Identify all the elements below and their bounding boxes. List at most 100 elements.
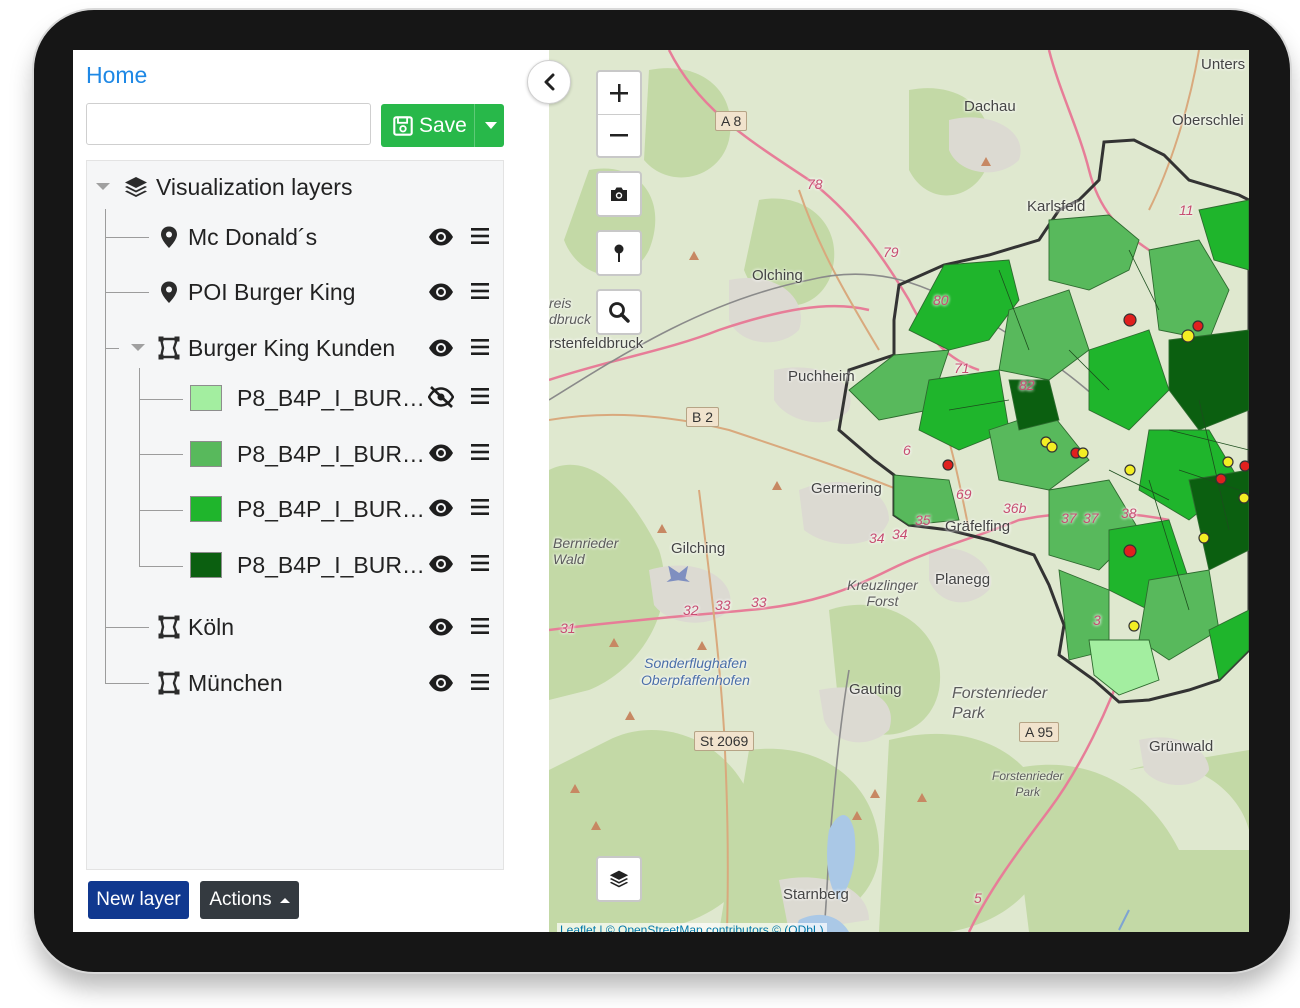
zoom-in-button[interactable] — [598, 72, 640, 115]
collapse-panel-button[interactable] — [527, 60, 571, 104]
layer-item-mcdonalds[interactable]: Mc Donald´s — [87, 217, 505, 257]
road-number: 37 — [1061, 510, 1077, 526]
map-name-input[interactable] — [86, 103, 371, 145]
layer-menu-icon[interactable] — [470, 442, 490, 462]
plus-icon — [610, 83, 628, 102]
zoom-control — [596, 70, 642, 158]
road-number: 31 — [560, 620, 576, 636]
layer-menu-icon[interactable] — [470, 616, 490, 636]
layers-icon — [609, 870, 629, 888]
layer-label: München — [188, 670, 283, 696]
layer-switcher-button[interactable] — [596, 856, 642, 902]
layer-label: P8_B4P_I_BUR… — [237, 496, 425, 522]
layer-label: Köln — [188, 614, 235, 640]
collapse-caret-icon[interactable] — [96, 183, 110, 190]
sublayer-item[interactable]: P8_B4P_I_BUR… — [87, 492, 505, 532]
map-label-planegg: Planegg — [935, 571, 991, 588]
map-label-grafelfing: Gräfelfing — [945, 518, 1011, 535]
map-label-airport: Sonderflughafen Oberpfaffenhofen — [641, 655, 750, 688]
map-label-oberschlei: Oberschlei — [1172, 112, 1244, 129]
save-dropdown-caret-icon[interactable] — [485, 122, 497, 129]
eye-icon[interactable] — [428, 281, 454, 303]
map-attribution[interactable]: Leaflet | © OpenStreetMap contributors ©… — [557, 923, 827, 932]
eye-icon[interactable] — [428, 442, 454, 464]
eye-icon[interactable] — [428, 337, 454, 359]
layer-tree: Visualization layers Mc Donald´s POI Bur… — [86, 160, 504, 870]
eye-icon[interactable] — [428, 553, 454, 575]
eye-slash-icon[interactable] — [428, 386, 454, 408]
eye-icon[interactable] — [428, 226, 454, 248]
layer-menu-icon[interactable] — [470, 281, 490, 301]
map-label-dachau: Dachau — [964, 98, 1016, 115]
map-label-starnberg: Starnberg — [783, 886, 849, 903]
zoom-out-button[interactable] — [598, 115, 640, 157]
pin-icon — [614, 244, 624, 262]
camera-icon — [611, 187, 627, 201]
map-label-dbruck: dbruck — [549, 311, 592, 327]
eye-icon[interactable] — [428, 497, 454, 519]
eye-icon[interactable] — [428, 616, 454, 638]
layer-menu-icon[interactable] — [470, 497, 490, 517]
layer-label: P8_B4P_I_BUR… — [237, 441, 425, 467]
road-number: 80 — [933, 292, 949, 308]
sublayer-item[interactable]: P8_B4P_I_BUR… — [87, 548, 505, 588]
map-label-karlsfeld: Karlsfeld — [1027, 198, 1086, 215]
map-label-gauting: Gauting — [849, 681, 902, 698]
road-number: 11 — [1179, 202, 1194, 218]
map-view[interactable]: Dachau Karlsfeld Olching Puchheim Germer… — [549, 50, 1249, 932]
road-number: 34 — [869, 530, 885, 546]
sublayer-item[interactable]: P8_B4P_I_BUR… — [87, 437, 505, 477]
map-label-bernrieder-wald: Bernrieder Wald — [553, 535, 619, 567]
road-number: 3 — [1093, 612, 1101, 628]
layer-menu-icon[interactable] — [470, 553, 490, 573]
collapse-caret-icon[interactable] — [131, 344, 145, 351]
road-number: 5 — [974, 890, 982, 906]
polygon-icon — [158, 615, 180, 639]
home-link[interactable]: Home — [86, 62, 147, 89]
layer-menu-icon[interactable] — [470, 337, 490, 357]
layer-item-koeln[interactable]: Köln — [87, 607, 505, 647]
road-number: 37 — [1083, 510, 1099, 526]
place-marker-button[interactable] — [596, 230, 642, 276]
road-number: 71 — [954, 360, 970, 376]
save-button-label: Save — [419, 113, 467, 137]
eye-icon[interactable] — [428, 672, 454, 694]
search-button[interactable] — [596, 289, 642, 335]
road-shield-st2069: St 2069 — [694, 731, 755, 751]
caret-up-icon — [279, 897, 290, 903]
layers-icon — [125, 177, 147, 197]
color-swatch — [190, 441, 222, 467]
road-number: 82 — [1019, 377, 1035, 393]
layer-label: Burger King Kunden — [188, 335, 396, 361]
save-button[interactable]: Save — [381, 104, 504, 147]
map-label-puchheim: Puchheim — [788, 368, 855, 385]
layer-label: POI Burger King — [188, 279, 356, 305]
road-shield-a8: A 8 — [715, 111, 748, 131]
layer-item-poi-burger-king[interactable]: POI Burger King — [87, 272, 505, 312]
layer-menu-icon[interactable] — [470, 672, 490, 692]
road-number: 69 — [956, 486, 972, 502]
tree-root-visualization-layers[interactable]: Visualization layers — [87, 167, 505, 207]
map-label-furstenfeldbruck: rstenfeldbruck — [549, 335, 644, 352]
color-swatch — [190, 552, 222, 578]
map-label-reis: reis — [549, 295, 572, 311]
layer-item-burger-king-kunden[interactable]: Burger King Kunden — [87, 328, 505, 368]
layer-label: P8_B4P_I_BUR… — [237, 552, 425, 578]
map-marker-icon — [161, 226, 177, 248]
chevron-left-icon — [544, 73, 555, 91]
road-number: 38 — [1121, 505, 1137, 521]
road-number: 6 — [903, 442, 911, 458]
screenshot-button[interactable] — [596, 171, 642, 217]
layer-menu-icon[interactable] — [470, 226, 490, 246]
layer-label: P8_B4P_I_BUR… — [237, 385, 425, 411]
road-number: 35 — [915, 512, 931, 528]
layer-item-muenchen[interactable]: München — [87, 663, 505, 703]
new-layer-button[interactable]: New layer — [88, 881, 189, 919]
road-number: 33 — [751, 594, 767, 610]
search-icon — [609, 302, 630, 323]
layer-menu-icon[interactable] — [470, 386, 490, 406]
save-icon — [393, 115, 413, 136]
polygon-icon — [158, 336, 180, 360]
sublayer-item[interactable]: P8_B4P_I_BUR… — [87, 381, 505, 421]
actions-button[interactable]: Actions — [200, 881, 299, 919]
